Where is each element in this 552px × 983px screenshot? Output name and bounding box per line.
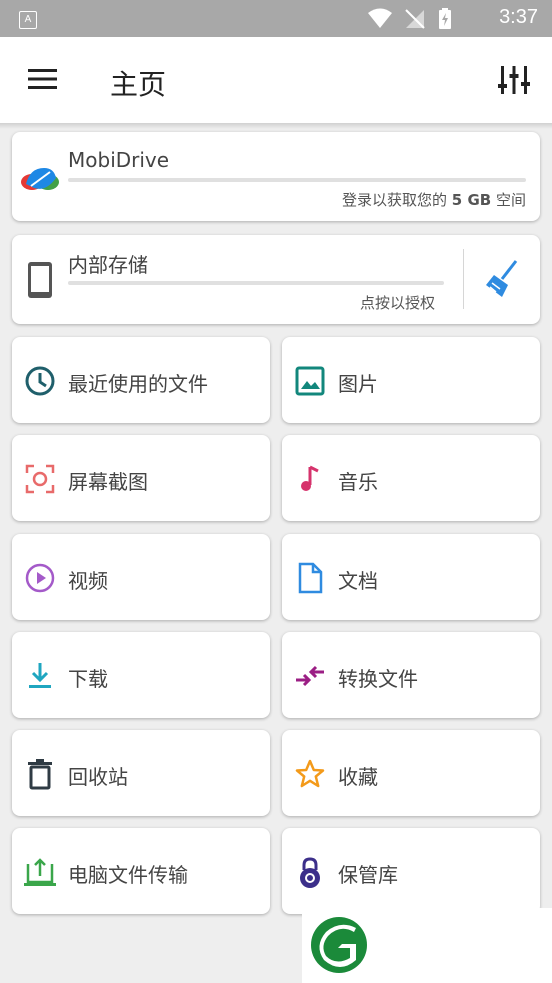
no-signal-icon <box>405 9 425 29</box>
phone-storage-icon <box>28 262 52 298</box>
status-icons <box>368 8 452 30</box>
category-tile[interactable]: 音乐 <box>282 435 540 521</box>
tile-label: 音乐 <box>338 470 378 494</box>
mobidrive-usage-bar <box>68 178 526 182</box>
mobidrive-cloud-icon <box>21 168 59 190</box>
tile-label: 电脑文件传输 <box>68 863 188 887</box>
hamburger-menu-icon[interactable] <box>28 67 58 91</box>
category-tile[interactable]: 回收站 <box>12 730 270 816</box>
wifi-icon <box>368 8 392 28</box>
tile-label: 保管库 <box>338 863 398 887</box>
tile-label: 下载 <box>68 667 108 691</box>
clock-time: 3:37 <box>499 6 538 28</box>
category-tile[interactable]: 图片 <box>282 337 540 423</box>
notification-icon: A <box>19 11 37 29</box>
mobidrive-title: MobiDrive <box>68 148 170 172</box>
clock-icon <box>25 366 55 396</box>
internal-storage-card[interactable]: 内部存储 点按以授权 <box>12 235 540 324</box>
storage-divider <box>463 249 464 309</box>
tile-label: 图片 <box>338 372 378 396</box>
trash-icon <box>28 759 52 790</box>
document-icon <box>298 562 323 594</box>
tile-label: 转换文件 <box>338 667 418 691</box>
app-bar: 主页 <box>0 37 552 123</box>
app-bar-shadow <box>0 123 552 129</box>
tune-settings-icon[interactable] <box>498 64 530 96</box>
star-icon <box>295 759 325 788</box>
category-tile[interactable]: 收藏 <box>282 730 540 816</box>
tile-label: 屏幕截图 <box>68 470 148 494</box>
storage-usage-bar <box>68 281 444 285</box>
page-title: 主页 <box>110 68 167 101</box>
pc-transfer-icon <box>24 858 56 886</box>
vault-lock-icon <box>300 857 320 888</box>
watermark-badge <box>302 908 552 983</box>
category-tile[interactable]: 屏幕截图 <box>12 435 270 521</box>
tile-label: 回收站 <box>68 765 128 789</box>
download-icon <box>29 663 51 688</box>
status-bar: A 3:37 <box>0 0 552 37</box>
broom-clean-icon[interactable] <box>484 259 520 299</box>
category-tile[interactable]: 视频 <box>12 534 270 620</box>
category-tile[interactable]: 下载 <box>12 632 270 718</box>
tile-label: 视频 <box>68 569 108 593</box>
category-tile[interactable]: 保管库 <box>282 828 540 914</box>
image-icon <box>295 366 325 396</box>
battery-charging-icon <box>439 8 451 29</box>
tile-label: 文档 <box>338 569 378 593</box>
video-play-icon <box>25 563 55 593</box>
tile-label: 收藏 <box>338 765 378 789</box>
convert-icon <box>296 665 324 687</box>
storage-permission-hint[interactable]: 点按以授权 <box>360 292 435 313</box>
storage-title: 内部存储 <box>68 253 148 277</box>
mobidrive-card[interactable]: MobiDrive 登录以获取您的 5 GB 空间 <box>12 132 540 221</box>
music-icon <box>301 465 319 491</box>
category-tile[interactable]: 电脑文件传输 <box>12 828 270 914</box>
tile-label: 最近使用的文件 <box>68 372 208 396</box>
category-tile[interactable]: 文档 <box>282 534 540 620</box>
screenshot-icon <box>25 464 55 494</box>
mobidrive-login-hint[interactable]: 登录以获取您的 5 GB 空间 <box>342 189 526 210</box>
category-tile[interactable]: 最近使用的文件 <box>12 337 270 423</box>
category-tile[interactable]: 转换文件 <box>282 632 540 718</box>
leaf-logo-icon <box>311 917 367 973</box>
